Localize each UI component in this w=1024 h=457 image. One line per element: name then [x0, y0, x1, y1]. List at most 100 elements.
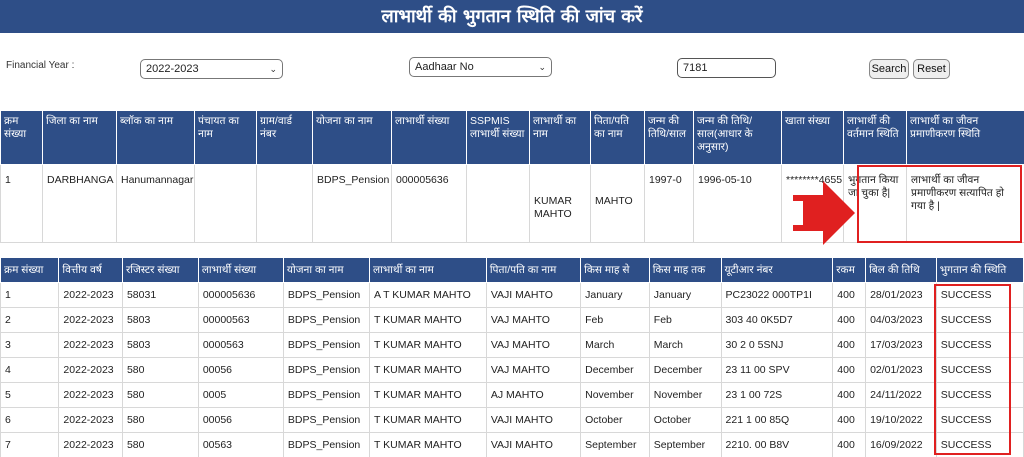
beneficiary-number-cell: 00000563: [197, 307, 284, 333]
life-certificate-cell: लाभार्थी का जीवन प्रमाणीकरण सत्यापित हो …: [906, 164, 1024, 243]
register-number-cell: 580: [121, 407, 199, 433]
dob-cell: 1997-0: [644, 164, 694, 243]
from-month-cell: December: [580, 357, 650, 383]
header-cell: लाभार्थी का जीवन प्रमाणीकरण स्थिति: [906, 110, 1024, 165]
register-number-cell: 580: [121, 357, 199, 383]
amount-cell: 400: [832, 407, 867, 433]
beneficiary-name-cell: T KUMAR MAHTO: [368, 432, 487, 457]
header-cell: वित्तीय वर्ष: [58, 257, 123, 283]
bill-date-cell: 17/03/2023: [865, 332, 937, 358]
financial-year-cell: 2022-2023: [58, 432, 123, 457]
table-row: 5 2022-2023 580 0005 BDPS_Pension T KUMAR MAH…: [0, 382, 1024, 408]
header-cell: क्रम संख्या: [0, 257, 60, 283]
amount-cell: 400: [832, 307, 867, 333]
header-cell: पंचायत का नाम: [194, 110, 257, 165]
payment-status-cell: SUCCESS: [935, 282, 1024, 308]
beneficiary-number-cell: 00056: [197, 407, 284, 433]
utr-number-cell: 30 2 0 5SNJ: [720, 332, 834, 358]
father-name-cell: VAJI MAHTO: [485, 407, 582, 433]
header-cell: ग्राम/वार्ड नंबर: [256, 110, 313, 165]
header-cell: जन्म की तिथि/साल: [644, 110, 694, 165]
to-month-cell: December: [648, 357, 722, 383]
payment-status-cell: SUCCESS: [935, 307, 1024, 333]
father-name-cell: VAJ MAHTO: [485, 332, 582, 358]
table-row: 1 2022-2023 58031 000005636 BDPS_Pension A T …: [0, 282, 1024, 308]
header-cell: खाता संख्या: [781, 110, 844, 165]
utr-number-cell: 221 1 00 85Q: [720, 407, 834, 433]
financial-year-label: Financial Year :: [6, 60, 75, 71]
panchayat-cell: [194, 164, 257, 243]
to-month-cell: September: [648, 432, 722, 457]
utr-number-cell: 23 11 00 SPV: [720, 357, 834, 383]
financial-year-cell: 2022-2023: [58, 407, 123, 433]
payment-status-cell: SUCCESS: [935, 357, 1024, 383]
header-cell: रजिस्टर संख्या: [121, 257, 199, 283]
bill-date-cell: 04/03/2023: [865, 307, 937, 333]
financial-year-cell: 2022-2023: [58, 382, 123, 408]
serial-cell: 7: [0, 432, 60, 457]
bill-date-cell: 28/01/2023: [865, 282, 937, 308]
father-name-cell: VAJI MAHTO: [485, 432, 582, 457]
payment-status-cell: SUCCESS: [935, 332, 1024, 358]
amount-cell: 400: [832, 382, 867, 408]
amount-cell: 400: [832, 332, 867, 358]
district-cell: DARBHANGA: [42, 164, 117, 243]
beneficiary-name-cell: T KUMAR MAHTO: [368, 307, 487, 333]
from-month-cell: October: [580, 407, 650, 433]
payment-header-row: क्रम संख्या वित्तीय वर्ष रजिस्टर संख्या …: [0, 257, 1024, 283]
register-number-cell: 5803: [121, 332, 199, 358]
header-cell: योजना का नाम: [282, 257, 370, 283]
header-cell: योजना का नाम: [312, 110, 392, 165]
header-cell: लाभार्थी की वर्तमान स्थिति: [843, 110, 907, 165]
header-cell: ब्लॉक का नाम: [116, 110, 195, 165]
bill-date-cell: 16/09/2022: [865, 432, 937, 457]
beneficiary-name-cell: T KUMAR MAHTO: [368, 407, 487, 433]
dob-aadhaar-cell: 1996-05-10: [693, 164, 782, 243]
financial-year-cell: 2022-2023: [58, 307, 123, 333]
register-number-cell: 5803: [121, 307, 199, 333]
serial-cell: 4: [0, 357, 60, 383]
scheme-cell: BDPS_Pension: [282, 332, 370, 358]
serial-cell: 5: [0, 382, 60, 408]
filter-bar: Financial Year : 2022-2023 ⌄ Aadhaar No …: [0, 50, 1024, 90]
to-month-cell: Feb: [648, 307, 722, 333]
payment-status-cell: SUCCESS: [935, 432, 1024, 457]
scheme-cell: BDPS_Pension: [282, 432, 370, 457]
header-cell: लाभार्थी संख्या: [197, 257, 284, 283]
financial-year-value: 2022-2023: [146, 63, 199, 75]
header-cell: बिल की तिथि: [865, 257, 937, 283]
search-button[interactable]: Search: [869, 59, 909, 79]
utr-number-cell: 303 40 0K5D7: [720, 307, 834, 333]
beneficiary-number-cell: 0000563: [197, 332, 284, 358]
from-month-cell: Feb: [580, 307, 650, 333]
to-month-cell: November: [648, 382, 722, 408]
table-row: 7 2022-2023 580 00563 BDPS_Pension T KUMAR MA…: [0, 432, 1024, 457]
id-type-select[interactable]: Aadhaar No ⌄: [409, 57, 552, 77]
register-number-cell: 580: [121, 432, 199, 457]
financial-year-cell: 2022-2023: [58, 282, 123, 308]
beneficiary-number-cell: 00563: [197, 432, 284, 457]
header-cell: लाभार्थी का नाम: [529, 110, 591, 165]
table-row: 4 2022-2023 580 00056 BDPS_Pension T KUMAR MA…: [0, 357, 1024, 383]
reset-button[interactable]: Reset: [913, 59, 950, 79]
from-month-cell: January: [580, 282, 650, 308]
scheme-cell: BDPS_Pension: [282, 282, 370, 308]
utr-number-cell: PC23022 000TP1I: [720, 282, 834, 308]
header-cell: यूटीआर नंबर: [720, 257, 834, 283]
scheme-cell: BDPS_Pension: [282, 407, 370, 433]
beneficiary-name-cell: KUMAR MAHTO: [529, 164, 591, 243]
financial-year-select[interactable]: 2022-2023 ⌄: [140, 59, 283, 79]
bill-date-cell: 02/01/2023: [865, 357, 937, 383]
to-month-cell: March: [648, 332, 722, 358]
amount-cell: 400: [832, 357, 867, 383]
amount-cell: 400: [832, 282, 867, 308]
from-month-cell: November: [580, 382, 650, 408]
header-cell: पिता/पति का नाम: [485, 257, 582, 283]
beneficiary-table: क्रम संख्या जिला का नाम ब्लॉक का नाम पंच…: [0, 110, 1024, 243]
serial-cell: 1: [0, 282, 60, 308]
amount-cell: 400: [832, 432, 867, 457]
aadhaar-input[interactable]: 7181: [677, 58, 776, 78]
serial-cell: 6: [0, 407, 60, 433]
father-name-cell: VAJ MAHTO: [485, 357, 582, 383]
from-month-cell: September: [580, 432, 650, 457]
